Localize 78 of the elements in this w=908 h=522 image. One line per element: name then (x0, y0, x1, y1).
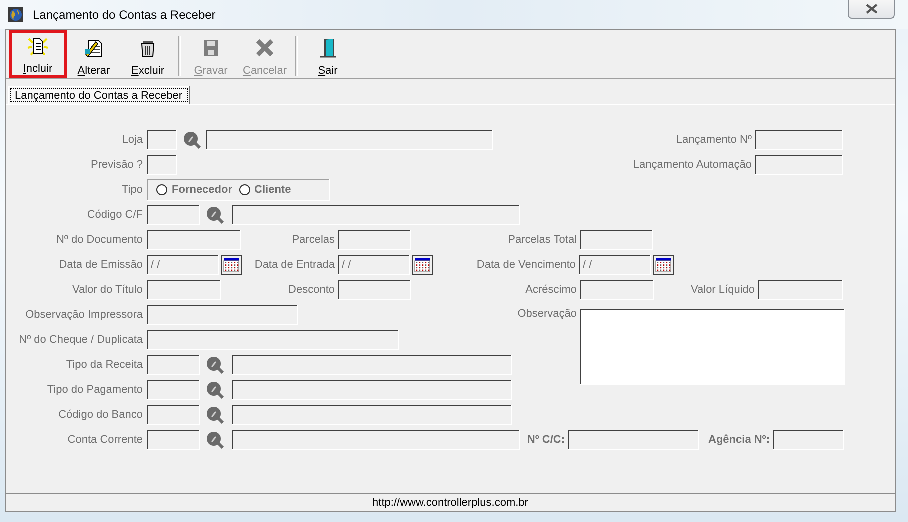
field-label: Data de Vencimento (476, 258, 577, 270)
field-label: Previsão ? (90, 158, 144, 170)
field-label: Agência Nº: (708, 434, 771, 446)
search-icon[interactable] (206, 406, 224, 424)
text-field[interactable] (147, 230, 241, 250)
date-field[interactable]: / / (338, 254, 410, 274)
text-field[interactable] (232, 204, 520, 224)
date-field[interactable]: / / (579, 254, 651, 274)
field-label: Código C/F (86, 208, 144, 220)
field-label: Nº do Cheque / Duplicata (18, 334, 144, 346)
text-field[interactable] (232, 354, 512, 374)
text-field[interactable] (147, 404, 200, 424)
text-field[interactable] (755, 154, 843, 174)
toolbar-button[interactable]: Sair (301, 34, 355, 78)
date-field[interactable]: / / (147, 254, 219, 274)
search-icon[interactable] (206, 380, 224, 398)
field-label: Desconto (288, 284, 336, 296)
radio-button[interactable]: Fornecedor (156, 184, 233, 196)
field-label: Parcelas (291, 234, 336, 246)
field-label: Nº C/C: (526, 434, 566, 446)
text-field[interactable] (580, 280, 654, 300)
close-icon (866, 4, 878, 14)
text-field[interactable] (232, 430, 520, 450)
field-label: Código do Banco (58, 408, 144, 420)
globe-icon (8, 6, 24, 22)
text-field[interactable] (773, 430, 844, 450)
search-icon[interactable] (206, 430, 224, 448)
text-field[interactable] (338, 280, 411, 300)
field-label: Parcelas Total (507, 234, 578, 246)
text-field[interactable] (568, 430, 699, 450)
search-icon[interactable] (206, 356, 224, 374)
field-label: Observação (516, 307, 578, 320)
close-button[interactable] (848, 0, 895, 19)
text-field[interactable] (338, 230, 411, 250)
text-field[interactable] (147, 380, 200, 400)
field-label: Tipo do Pagamento (46, 384, 144, 396)
radio-button[interactable]: Cliente (238, 184, 292, 196)
field-label: Lançamento Nº (676, 134, 753, 146)
calendar-icon[interactable] (412, 254, 433, 274)
status-text: http://www.controllerplus.com.br (372, 496, 528, 508)
window-title: Lançamento do Contas a Receber (33, 8, 216, 22)
toolbar-button[interactable]: Incluir (9, 30, 67, 78)
field-label: Conta Corrente (66, 434, 144, 446)
text-field[interactable] (147, 154, 177, 174)
field-label: Acréscimo (524, 284, 578, 296)
field-label: Lançamento Automação (633, 158, 753, 170)
text-field[interactable] (147, 304, 298, 324)
field-label: Observação Impressora (24, 308, 144, 320)
field-label: Tipo da Receita (65, 358, 144, 370)
text-field[interactable] (758, 280, 843, 300)
toolbar-button[interactable]: Alterar (67, 34, 121, 78)
tab[interactable]: Lançamento do Contas a Receber (8, 86, 190, 104)
memo-field[interactable] (580, 309, 845, 385)
text-field[interactable] (147, 430, 200, 450)
text-field[interactable] (232, 404, 512, 424)
text-field[interactable] (147, 354, 200, 374)
field-label: Tipo (121, 184, 144, 196)
field-label: Data de Entrada (254, 258, 336, 270)
text-field[interactable] (755, 130, 843, 150)
field-label: Loja (121, 134, 144, 146)
text-field[interactable] (232, 380, 512, 400)
field-label: Valor Líquido (690, 284, 756, 296)
search-icon[interactable] (206, 206, 224, 224)
cross-icon (254, 37, 276, 59)
door-icon (317, 37, 339, 59)
toolbar-button[interactable]: Excluir (121, 34, 175, 78)
search-icon[interactable] (183, 130, 201, 148)
field-label: Valor do Título (71, 284, 144, 296)
field-label: Data de Emissão (58, 258, 144, 270)
field-label: Nº do Documento (55, 234, 144, 246)
text-field[interactable] (147, 280, 221, 300)
calendar-icon[interactable] (221, 254, 242, 274)
text-field[interactable] (206, 130, 493, 150)
text-field[interactable] (147, 130, 177, 150)
calendar-icon[interactable] (653, 254, 674, 274)
text-field[interactable] (580, 230, 653, 250)
text-field[interactable] (147, 204, 200, 224)
text-field[interactable] (147, 330, 399, 350)
